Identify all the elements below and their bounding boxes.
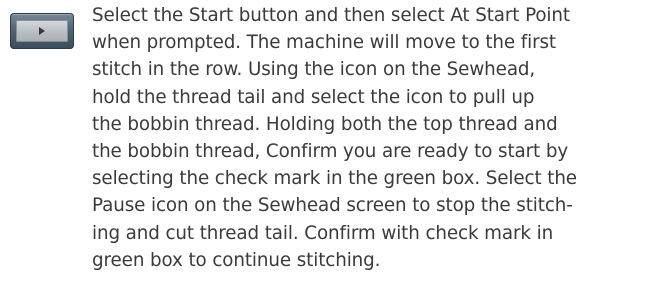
instruction-line: Select the Start button and then select … xyxy=(92,5,570,26)
instruction-line: the bobbin thread. Holding both the top … xyxy=(92,113,558,135)
instruction-line: hold the thread tail and select the icon… xyxy=(92,86,535,108)
instruction-line: stitch in the row. Using the icon on the… xyxy=(92,59,536,81)
instruction-line: ing and cut thread tail. Confirm with ch… xyxy=(92,222,554,244)
start-button-icon xyxy=(10,13,74,49)
instruction-line: when prompted. The machine will move to … xyxy=(92,32,556,54)
instruction-line: selecting the check mark in the green bo… xyxy=(92,168,577,190)
instruction-line: green box to continue stitching. xyxy=(92,249,381,271)
play-icon xyxy=(39,27,45,35)
instruction-step: Select the Start button and then select … xyxy=(0,0,654,295)
instruction-line: the bobbin thread, Confirm you are ready… xyxy=(92,141,569,163)
instruction-text: Select the Start button and then select … xyxy=(92,2,650,274)
instruction-line: Pause icon on the Sewhead screen to stop… xyxy=(92,195,573,217)
start-button-face xyxy=(16,20,68,42)
